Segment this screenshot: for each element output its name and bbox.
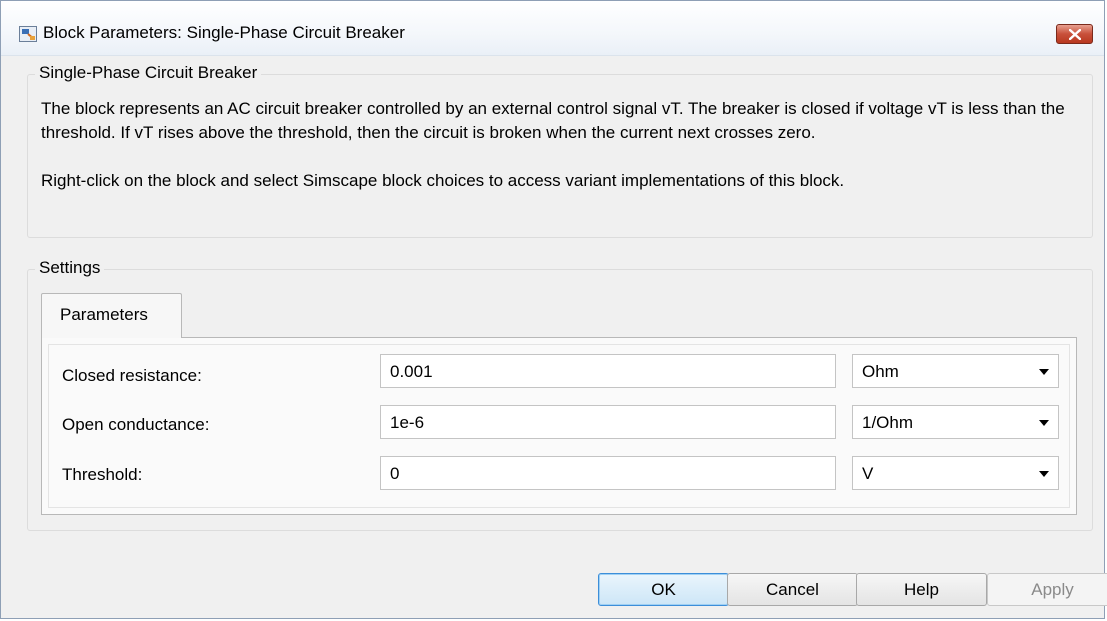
description-paragraph-2: Right-click on the block and select Sims… [41,171,845,190]
settings-group-legend: Settings [35,258,105,278]
help-button[interactable]: Help [856,573,987,606]
chevron-down-icon [1039,420,1049,426]
open-conductance-unit-dropdown[interactable]: 1/Ohm [852,405,1059,439]
chevron-down-icon [1039,369,1049,375]
description-group-legend: Single-Phase Circuit Breaker [35,63,262,83]
ok-button[interactable]: OK [598,573,729,606]
window-title: Block Parameters: Single-Phase Circuit B… [43,23,405,42]
title-bar[interactable]: Block Parameters: Single-Phase Circuit B… [1,1,1104,56]
dialog-window: Block Parameters: Single-Phase Circuit B… [0,0,1107,619]
close-button[interactable] [1056,24,1093,44]
threshold-label: Threshold: [62,465,143,484]
threshold-input[interactable]: 0 [380,456,836,490]
block-description: The block represents an AC circuit break… [41,97,1071,193]
cancel-button[interactable]: Cancel [727,573,858,606]
threshold-unit-value: V [862,464,874,483]
open-conductance-unit-value: 1/Ohm [862,413,914,432]
closed-resistance-label: Closed resistance: [62,366,202,385]
tab-parameters[interactable]: Parameters [41,293,182,338]
open-conductance-label: Open conductance: [62,415,210,434]
threshold-unit-dropdown[interactable]: V [852,456,1059,490]
chevron-down-icon [1039,471,1049,477]
close-icon [1069,29,1081,40]
tab-parameters-label: Parameters [60,305,148,324]
description-paragraph-1: The block represents an AC circuit break… [41,99,1065,142]
apply-button[interactable]: Apply [987,573,1107,606]
simulink-block-icon [19,26,37,42]
closed-resistance-unit-value: Ohm [862,362,899,381]
closed-resistance-input[interactable]: 0.001 [380,354,836,388]
open-conductance-input[interactable]: 1e-6 [380,405,836,439]
closed-resistance-unit-dropdown[interactable]: Ohm [852,354,1059,388]
